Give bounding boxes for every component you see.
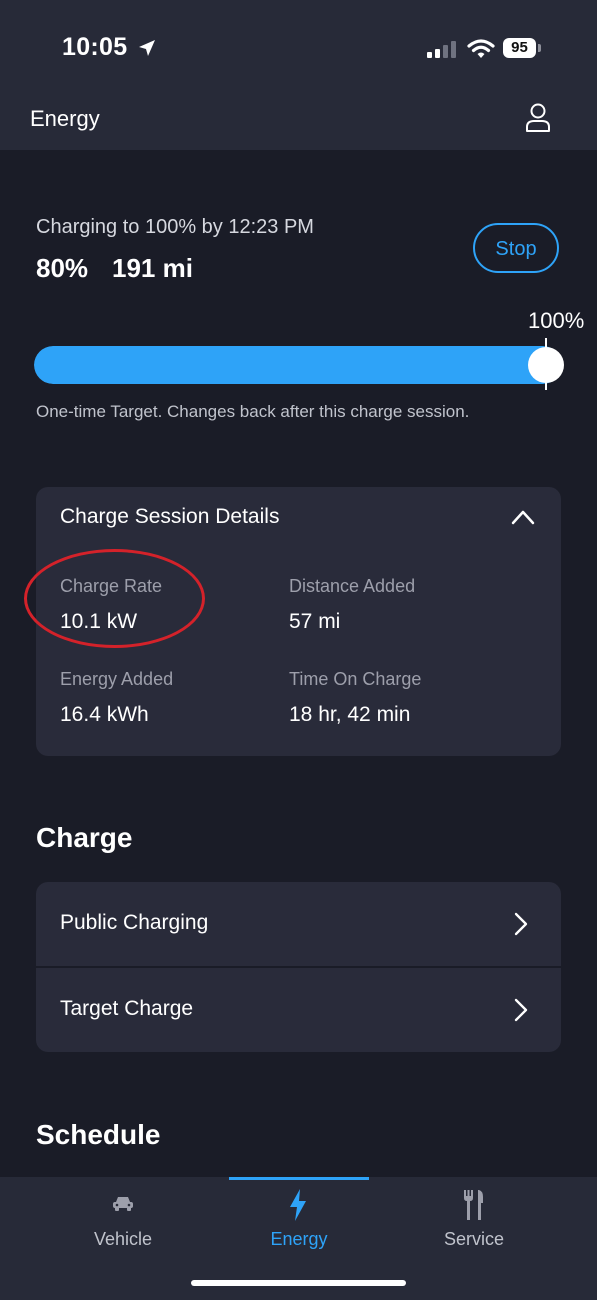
target-charge-label: Target Charge — [60, 997, 194, 1020]
stat-value-energy-added: 16.4 kWh — [60, 703, 149, 726]
profile-icon[interactable] — [524, 102, 552, 134]
battery-nub — [538, 44, 541, 52]
target-note: One-time Target. Changes back after this… — [36, 402, 470, 421]
stat-value-distance-added: 57 mi — [289, 610, 341, 633]
tab-service[interactable] — [404, 1177, 544, 1277]
chevron-right-icon — [514, 998, 528, 1022]
tab-vehicle[interactable] — [53, 1177, 193, 1277]
stat-label-time-on-charge: Time On Charge — [289, 669, 422, 689]
bolt-icon — [290, 1189, 306, 1221]
session-card-title[interactable]: Charge Session Details — [60, 505, 279, 529]
tab-energy-label: Energy — [270, 1229, 328, 1249]
schedule-section-title: Schedule — [36, 1119, 161, 1150]
charge-section-title: Charge — [36, 822, 133, 853]
battery-indicator: 95 — [503, 38, 536, 58]
stop-charging-button[interactable]: Stop — [473, 223, 559, 273]
stat-label-energy-added: Energy Added — [60, 669, 174, 689]
location-arrow-icon — [139, 40, 155, 56]
stat-value-time-on-charge: 18 hr, 42 min — [289, 703, 411, 726]
tools-icon — [464, 1190, 483, 1220]
chevron-right-icon — [514, 912, 528, 936]
state-of-charge: 80% — [36, 253, 89, 283]
tab-vehicle-label: Vehicle — [93, 1229, 153, 1249]
public-charging-label: Public Charging — [60, 911, 209, 934]
chevron-up-icon[interactable] — [510, 505, 536, 529]
target-percentage-label: 100% — [528, 308, 585, 333]
wifi-icon — [467, 39, 495, 58]
public-charging-row[interactable]: Public Charging — [36, 882, 561, 966]
page-title: Energy — [30, 106, 100, 131]
target-charge-row[interactable]: Target Charge — [36, 968, 561, 1052]
stat-label-distance-added: Distance Added — [289, 576, 416, 596]
home-indicator[interactable] — [191, 1280, 406, 1286]
cellular-signal-icon — [427, 41, 456, 58]
slider-thumb[interactable] — [528, 347, 564, 383]
tab-energy[interactable] — [229, 1177, 369, 1277]
car-icon — [113, 1197, 133, 1211]
charge-target-slider[interactable] — [34, 346, 562, 384]
status-time: 10:05 — [62, 33, 128, 61]
charging-status: Charging to 100% by 12:23 PM — [36, 216, 314, 238]
charge-level-fill — [34, 346, 562, 384]
red-highlight-circle — [24, 549, 205, 648]
tab-service-label: Service — [443, 1229, 505, 1249]
range-value: 191 mi — [112, 253, 193, 283]
